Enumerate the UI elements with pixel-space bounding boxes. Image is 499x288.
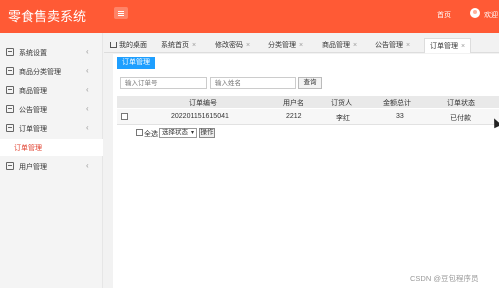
operate-button[interactable]: 操作 <box>199 128 215 138</box>
table-header: 订单编号 用户名 订货人 金额总计 订单状态 <box>117 96 499 108</box>
close-icon[interactable]: × <box>406 42 410 49</box>
status-select[interactable]: 选择状态 ▾ <box>159 128 197 138</box>
sidebar-item-label: 公告管理 <box>19 107 47 114</box>
chevron-left-icon: ‹ <box>86 85 89 94</box>
main-content: 订单管理 查询 订单编号 用户名 订货人 金额总计 订单状态 202201151… <box>113 54 499 288</box>
tab-label: 修改密码 <box>215 42 243 49</box>
status-cell: 已付款 <box>450 115 471 122</box>
column-header: 订单编号 <box>189 100 217 107</box>
row-checkbox[interactable] <box>121 113 128 120</box>
chevron-down-icon: ▾ <box>190 130 194 136</box>
avatar[interactable] <box>470 8 480 18</box>
column-header: 订货人 <box>331 100 352 107</box>
menu-icon <box>6 48 14 56</box>
tab-label: 公告管理 <box>375 42 403 49</box>
sidebar-item-category-management[interactable]: 商品分类管理 ‹ <box>0 62 103 81</box>
batch-action-bar: 全选 选择状态 ▾ 操作 <box>117 127 499 139</box>
sidebar-item-notice-management[interactable]: 公告管理 ‹ <box>0 100 103 119</box>
sidebar-item-product-management[interactable]: 商品管理 ‹ <box>0 81 103 100</box>
tab-change-password[interactable]: 修改密码 × <box>215 38 250 53</box>
app-title: 零食售卖系统 <box>8 10 87 25</box>
tab-strip: 我的桌面 系统首页 × 修改密码 × 分类管理 × 商品管理 × 公告管理 × 订单管理 × <box>104 38 499 53</box>
sidebar-item-label: 商品管理 <box>19 88 47 95</box>
tab-label: 分类管理 <box>268 42 296 49</box>
order-number-input[interactable] <box>120 77 207 89</box>
chevron-left-icon: ‹ <box>86 47 89 56</box>
select-all-label: 全选 <box>144 131 158 138</box>
hamburger-icon-line <box>118 11 124 12</box>
buyer-cell: 李红 <box>336 115 350 122</box>
home-icon <box>110 42 117 48</box>
menu-icon <box>6 67 14 75</box>
tab-notice-management[interactable]: 公告管理 × <box>375 38 410 53</box>
sidebar-item-user-management[interactable]: 用户管理 ‹ <box>0 157 103 176</box>
chevron-left-icon: ‹ <box>86 66 89 75</box>
menu-toggle-button[interactable] <box>114 7 128 19</box>
section-title: 订单管理 <box>117 57 155 69</box>
tab-label: 订单管理 <box>430 43 458 50</box>
close-icon[interactable]: × <box>353 42 357 49</box>
column-header: 金额总计 <box>383 100 411 107</box>
tab-label: 我的桌面 <box>119 42 147 49</box>
top-header: 零食售卖系统 首页 欢迎 <box>0 0 499 33</box>
tab-order-management[interactable]: 订单管理 × <box>424 38 472 53</box>
name-input[interactable] <box>210 77 296 89</box>
hamburger-icon-line <box>118 15 124 16</box>
header-welcome[interactable]: 欢迎 <box>484 10 498 20</box>
menu-icon <box>6 124 14 132</box>
sidebar-subitem-order-management[interactable]: 订单管理 <box>0 139 103 156</box>
sidebar-item-label: 用户管理 <box>19 164 47 171</box>
chevron-left-icon: ‹ <box>86 161 89 170</box>
sidebar-subitem-label: 订单管理 <box>14 145 42 152</box>
sidebar-item-order-management[interactable]: 订单管理 ‹ <box>0 119 103 138</box>
close-icon[interactable]: × <box>192 42 196 49</box>
watermark: CSDN @豆包程序员 <box>410 274 479 283</box>
total-cell: 33 <box>396 113 404 120</box>
tab-product-management[interactable]: 商品管理 × <box>322 38 357 53</box>
tab-label: 商品管理 <box>322 42 350 49</box>
sidebar-item-label: 订单管理 <box>19 126 47 133</box>
close-icon[interactable]: × <box>246 42 250 49</box>
header-home-link[interactable]: 首页 <box>437 10 451 20</box>
tab-system-home[interactable]: 系统首页 × <box>161 38 196 53</box>
column-header: 用户名 <box>283 100 304 107</box>
status-select-value: 选择状态 <box>162 129 188 136</box>
menu-icon <box>6 105 14 113</box>
username-cell: 2212 <box>286 113 302 120</box>
select-all-checkbox[interactable] <box>136 129 143 136</box>
close-icon[interactable]: × <box>461 43 465 50</box>
chevron-left-icon: ‹ <box>86 104 89 113</box>
menu-icon <box>6 86 14 94</box>
column-header: 订单状态 <box>447 100 475 107</box>
sidebar-item-label: 系统设置 <box>19 50 47 57</box>
menu-icon <box>6 162 14 170</box>
close-icon[interactable]: × <box>299 42 303 49</box>
sidebar-item-system-settings[interactable]: 系统设置 ‹ <box>0 43 103 62</box>
sidebar-item-label: 商品分类管理 <box>19 69 61 76</box>
order-number-cell: 202201151615041 <box>171 113 229 120</box>
chevron-down-icon: ‹ <box>86 123 89 132</box>
tab-label: 系统首页 <box>161 42 189 49</box>
sidebar: 系统设置 ‹ 商品分类管理 ‹ 商品管理 ‹ 公告管理 ‹ 订单管理 ‹ 订单管… <box>0 33 103 288</box>
table-row[interactable]: 202201151615041 2212 李红 33 已付款 <box>117 109 499 125</box>
query-button[interactable]: 查询 <box>298 77 322 89</box>
tab-my-desktop[interactable]: 我的桌面 <box>110 38 147 53</box>
hamburger-icon-line <box>118 13 124 14</box>
tab-category-management[interactable]: 分类管理 × <box>268 38 303 53</box>
